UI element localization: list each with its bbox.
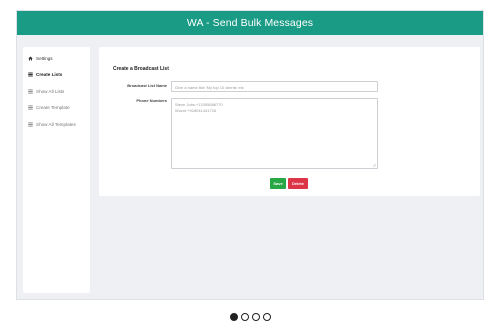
save-button[interactable]: Save — [270, 178, 286, 189]
list-name-label: Broadcast List Name — [127, 83, 167, 88]
sidebar-item-show-all-templates[interactable]: Show All Templates — [23, 116, 90, 133]
sidebar-item-label: Settings — [36, 55, 53, 61]
pagination-dot[interactable] — [230, 313, 238, 321]
sidebar-item-label: Create Lists — [36, 72, 63, 78]
sidebar-item-create-lists[interactable]: Create Lists — [23, 67, 90, 84]
app-window: WA - Send Bulk Messages Settings Create … — [16, 10, 484, 300]
list-icon — [28, 105, 33, 110]
list-icon — [28, 89, 33, 94]
phone-placeholder-line: Wozni;+918041441726 — [175, 108, 217, 113]
sidebar-item-show-all-lists[interactable]: Show All Lists — [23, 83, 90, 100]
phone-numbers-textarea[interactable]: Steve Jobs;+12055686770 Wozni;+918041441… — [171, 98, 378, 169]
home-icon — [28, 56, 33, 61]
pagination-dots — [230, 313, 271, 321]
list-icon — [28, 72, 33, 77]
sidebar: Settings Create Lists Show All Lists Cre… — [23, 47, 90, 293]
sidebar-item-create-template[interactable]: Create Template — [23, 100, 90, 117]
broadcast-list-form: Create a Broadcast List Broadcast List N… — [99, 47, 480, 196]
list-name-input[interactable]: Give a name like 'My top 10 clients' etc — [171, 81, 378, 92]
sidebar-item-label: Show All Templates — [36, 121, 76, 127]
delete-button[interactable]: Delete — [288, 178, 308, 189]
app-title: WA - Send Bulk Messages — [186, 17, 314, 29]
pagination-dot[interactable] — [252, 313, 260, 321]
form-title: Create a Broadcast List — [113, 66, 169, 72]
sidebar-item-settings[interactable]: Settings — [23, 50, 90, 67]
phone-numbers-label: Phone Numbers — [136, 98, 167, 103]
list-icon — [28, 122, 33, 127]
sidebar-item-label: Create Template — [36, 105, 70, 111]
resize-grip-icon[interactable] — [372, 163, 376, 167]
pagination-dot[interactable] — [263, 313, 271, 321]
pagination-dot[interactable] — [241, 313, 249, 321]
sidebar-item-label: Show All Lists — [36, 88, 65, 94]
app-header: WA - Send Bulk Messages — [17, 11, 483, 35]
